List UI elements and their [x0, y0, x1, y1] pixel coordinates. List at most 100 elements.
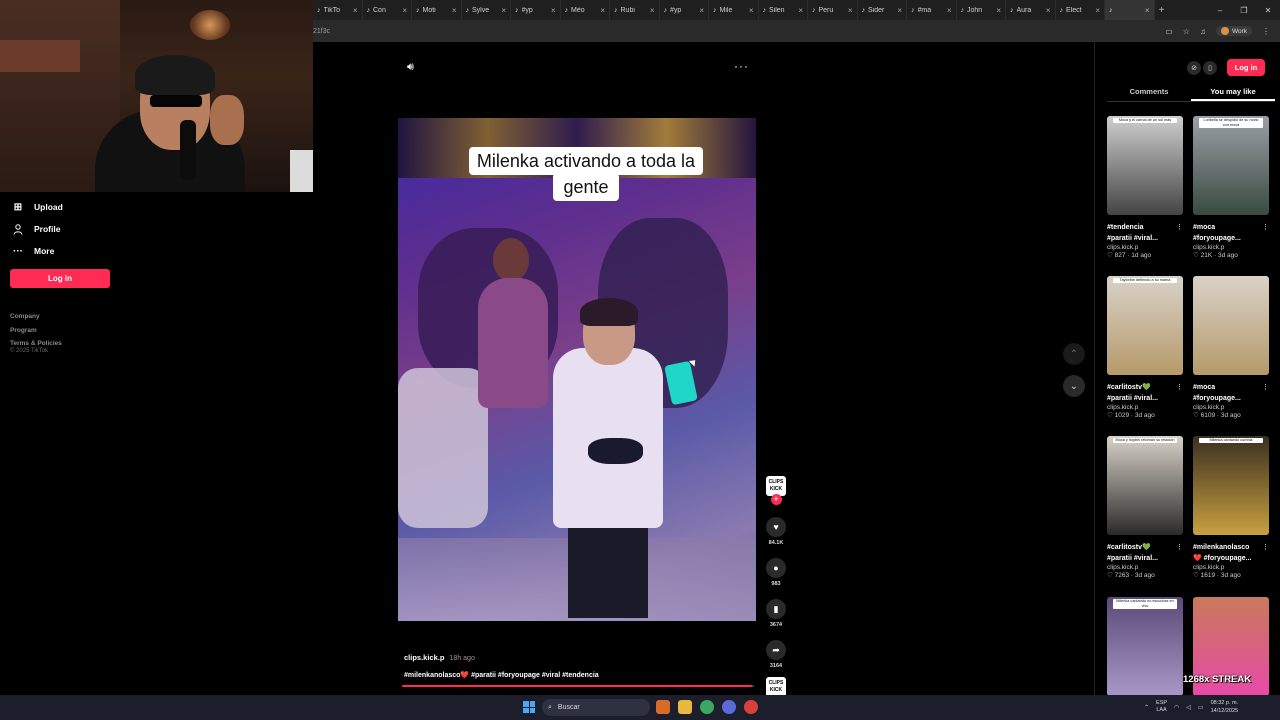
recommendation-card[interactable]: Milenka cantando no escuchas en vivo: [1107, 597, 1183, 696]
heart-icon[interactable]: ♥: [766, 517, 786, 537]
card-menu-icon[interactable]: ⋮: [1176, 382, 1183, 393]
card-thumbnail[interactable]: Loribella se despidió de su novio con mo…: [1193, 116, 1269, 215]
tray-chevron-up-icon[interactable]: ⌃: [1144, 704, 1149, 711]
browser-tab[interactable]: ♪ John ×: [957, 0, 1006, 20]
volume-icon[interactable]: 🔊︎: [407, 61, 414, 74]
video-progress-bar[interactable]: [402, 685, 754, 687]
browser-tab[interactable]: ♪ Moti ×: [412, 0, 462, 20]
close-tab-icon[interactable]: ×: [402, 6, 407, 15]
browser-tab[interactable]: ♪ Elect ×: [1056, 0, 1105, 20]
tab-comments[interactable]: Comments: [1107, 84, 1191, 101]
close-tab-icon[interactable]: ×: [996, 6, 1001, 15]
hashtag-link[interactable]: #milenkanolasco: [404, 672, 460, 679]
close-tab-icon[interactable]: ×: [1095, 6, 1100, 15]
card-title[interactable]: #moca ⋮: [1193, 222, 1269, 233]
recommendation-card[interactable]: Loribella se despidió de su novio con mo…: [1193, 116, 1269, 259]
card-thumbnail[interactable]: Moca y hoybin retoman su relación: [1107, 436, 1183, 535]
card-thumbnail[interactable]: Milenka cantando no escuchas en vivo: [1107, 597, 1183, 696]
browser-menu-icon[interactable]: ⋮: [1262, 27, 1270, 36]
address-bar[interactable]: 21f3c ▭ ☆ ♫ Work ⋮: [313, 20, 1280, 42]
card-author[interactable]: clips.kick.p: [1193, 244, 1269, 251]
card-title-line2[interactable]: ❤️ #foryoupage...: [1193, 553, 1269, 564]
card-author[interactable]: clips.kick.p: [1107, 564, 1183, 571]
taskbar-search[interactable]: ⌕ Buscar: [542, 699, 650, 716]
language-indicator[interactable]: ESP LAA: [1156, 700, 1167, 714]
card-title[interactable]: #tendencia ⋮: [1107, 222, 1183, 233]
card-thumbnail[interactable]: Taylorbin defiendo a su mama: [1107, 276, 1183, 375]
card-title[interactable]: #carlitostv💚 ⋮: [1107, 542, 1183, 553]
close-window-icon[interactable]: ✕: [1256, 6, 1280, 15]
sidebar-item-upload[interactable]: ⊞ Upload: [12, 201, 63, 213]
hashtag-links[interactable]: #paratii #foryoupage #viral #tendencia: [469, 672, 599, 679]
recommendation-card[interactable]: #moca ⋮ #foryoupage... clips.kick.p ♡ 6109 ·…: [1193, 276, 1269, 419]
media-icon[interactable]: ♫: [1200, 27, 1206, 36]
card-thumbnail[interactable]: Moca y el carnal de un sol más: [1107, 116, 1183, 215]
bookmark-icon[interactable]: ▮: [766, 599, 786, 619]
more-options-icon[interactable]: ···: [734, 59, 749, 73]
sidebar-item-profile[interactable]: Profile: [12, 223, 60, 235]
clock[interactable]: 08:32 p. m. 14/12/2025: [1211, 699, 1239, 715]
card-menu-icon[interactable]: ⋮: [1176, 222, 1183, 233]
card-title-line2[interactable]: #foryoupage...: [1193, 393, 1269, 404]
discord-icon[interactable]: [722, 700, 736, 714]
card-thumbnail[interactable]: Milenka cantando cumbia: [1193, 436, 1269, 535]
close-tab-icon[interactable]: ×: [947, 6, 952, 15]
compass-icon[interactable]: ⊘: [1187, 61, 1201, 75]
music-disc[interactable]: CLIPS KICK: [766, 677, 786, 697]
profile-chip[interactable]: Work: [1215, 26, 1252, 36]
recommendation-card[interactable]: Taylorbin defiendo a su mama #carlitostv💚…: [1107, 276, 1183, 419]
cast-icon[interactable]: ▭: [1165, 27, 1173, 36]
browser-tab[interactable]: ♪ Aura ×: [1006, 0, 1056, 20]
card-title-line2[interactable]: #paratii #viral...: [1107, 553, 1183, 564]
card-author[interactable]: clips.kick.p: [1107, 404, 1183, 411]
card-author[interactable]: clips.kick.p: [1107, 244, 1183, 251]
browser-tab[interactable]: ♪ #ma ×: [907, 0, 957, 20]
close-tab-icon[interactable]: ×: [501, 6, 506, 15]
previous-video-chevron-up-icon[interactable]: ⌃: [1063, 343, 1085, 365]
comment-action[interactable]: ● 983: [762, 558, 790, 587]
close-tab-icon[interactable]: ×: [452, 6, 457, 15]
maximize-icon[interactable]: ❐: [1232, 6, 1256, 15]
panel-login-button[interactable]: Log in: [1227, 59, 1265, 76]
close-tab-icon[interactable]: ×: [1145, 6, 1150, 15]
volume-tray-icon[interactable]: ◁: [1186, 704, 1191, 711]
close-tab-icon[interactable]: ×: [551, 6, 556, 15]
browser-tab[interactable]: ♪ Rubi ×: [610, 0, 660, 20]
follow-plus-icon[interactable]: +: [770, 494, 782, 505]
close-tab-icon[interactable]: ×: [897, 6, 902, 15]
card-title[interactable]: #carlitostv💚 ⋮: [1107, 382, 1183, 393]
minimize-icon[interactable]: –: [1208, 6, 1232, 15]
close-tab-icon[interactable]: ×: [353, 6, 358, 15]
footer-link-program[interactable]: Program: [10, 324, 62, 338]
browser-tab[interactable]: ♪ Silen ×: [759, 0, 808, 20]
browser-tab[interactable]: ♪ Mèo ×: [561, 0, 610, 20]
share-icon[interactable]: ➦: [766, 640, 786, 660]
bookmark-star-icon[interactable]: ☆: [1183, 27, 1190, 36]
card-title[interactable]: #moca ⋮: [1193, 382, 1269, 393]
card-menu-icon[interactable]: ⋮: [1262, 222, 1269, 233]
recommendation-card[interactable]: Moca y hoybin retoman su relación #carlit…: [1107, 436, 1183, 579]
author-name[interactable]: clips.kick.p: [404, 653, 444, 662]
footer-link-company[interactable]: Company: [10, 310, 62, 324]
close-tab-icon[interactable]: ×: [1046, 6, 1051, 15]
sidebar-item-more[interactable]: ··· More: [12, 245, 54, 257]
close-tab-icon[interactable]: ×: [650, 6, 655, 15]
browser-tab[interactable]: ♪ ×: [1105, 0, 1155, 20]
close-tab-icon[interactable]: ×: [749, 6, 754, 15]
card-title-line2[interactable]: #foryoupage...: [1193, 233, 1269, 244]
author-avatar[interactable]: CLIPS KICK: [766, 476, 786, 496]
next-video-chevron-down-icon[interactable]: ⌄: [1063, 375, 1085, 397]
card-title[interactable]: #milenkanolasco ⋮: [1193, 542, 1269, 553]
close-tab-icon[interactable]: ×: [600, 6, 605, 15]
save-action[interactable]: ▮ 3674: [762, 599, 790, 628]
like-action[interactable]: ♥ 84.1K: [762, 517, 790, 546]
video-player[interactable]: Milenka activando a toda la gente: [398, 118, 756, 621]
chrome-icon[interactable]: [700, 700, 714, 714]
folder-icon[interactable]: [678, 700, 692, 714]
card-menu-icon[interactable]: ⋮: [1262, 542, 1269, 553]
card-menu-icon[interactable]: ⋮: [1262, 382, 1269, 393]
card-title-line2[interactable]: #paratii #viral...: [1107, 393, 1183, 404]
address-text[interactable]: 21f3c: [313, 28, 330, 35]
share-action[interactable]: ➦ 3164: [762, 640, 790, 669]
browser-tab[interactable]: ♪ Mile ×: [709, 0, 759, 20]
